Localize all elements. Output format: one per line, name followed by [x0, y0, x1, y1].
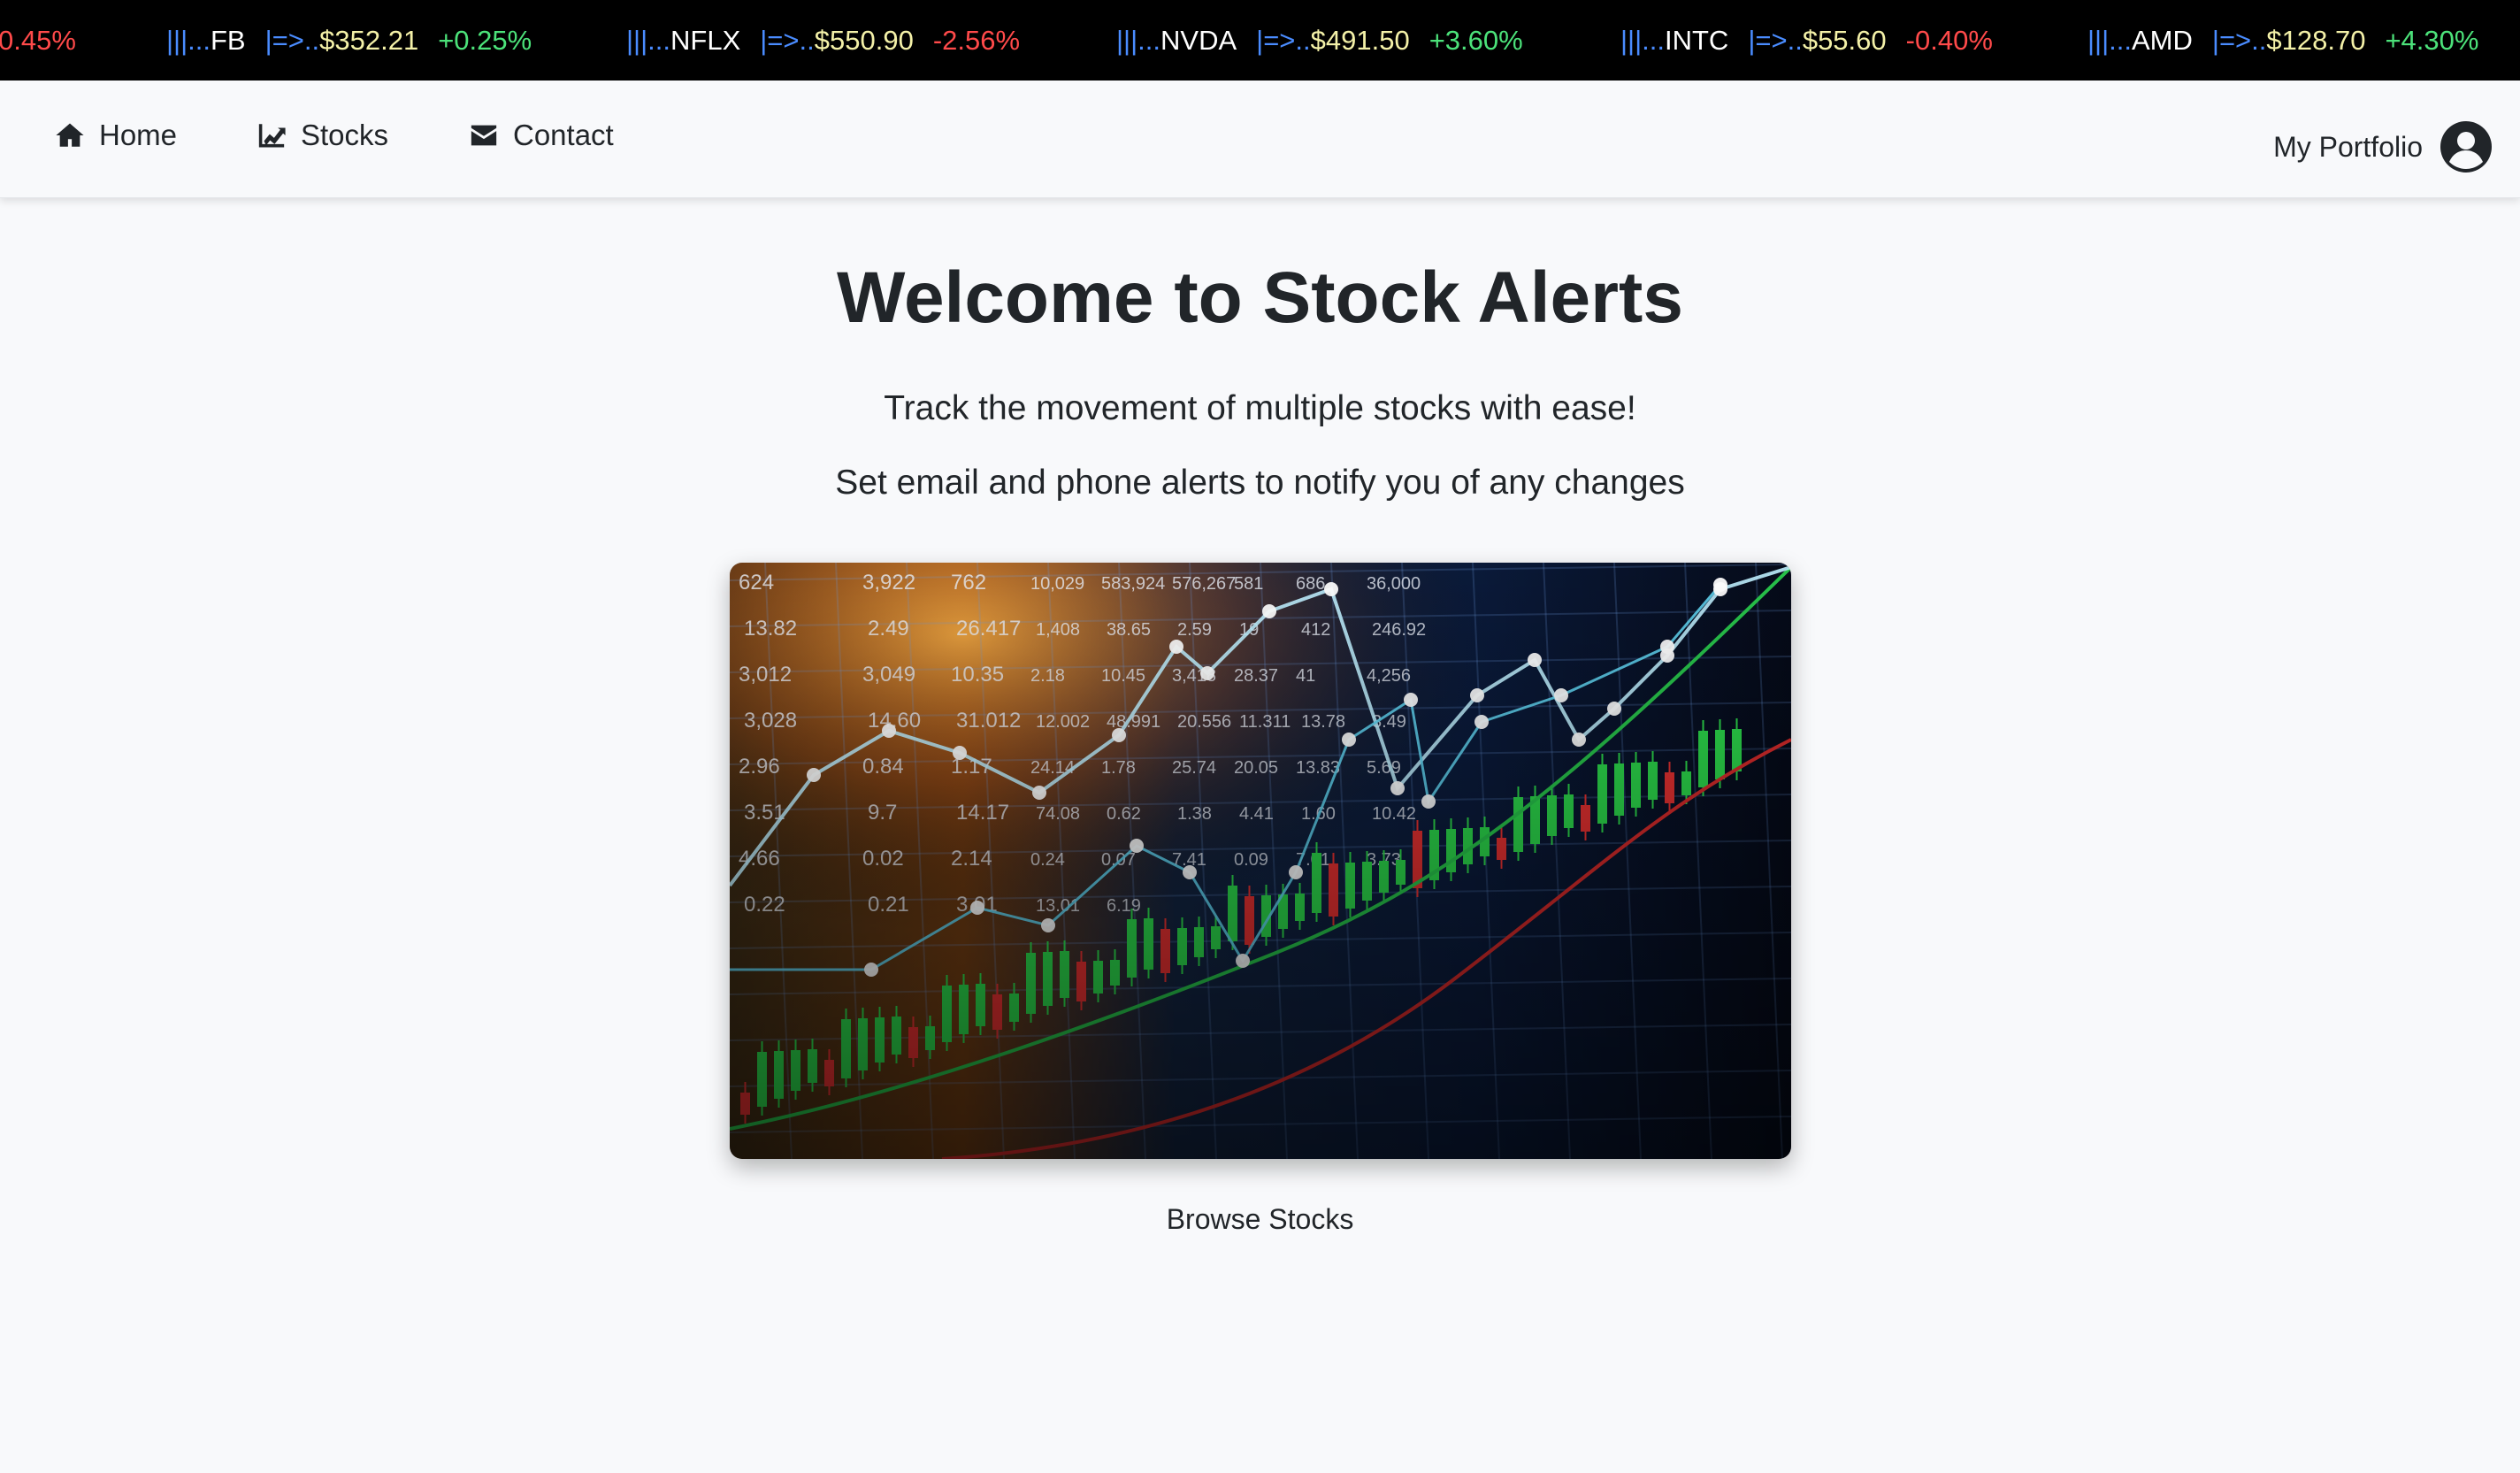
ticker-item-partial: 0.45%: [0, 0, 76, 81]
stock-chart-illustration: 6243,92276210,029583,924576,26758168636,…: [730, 563, 1791, 1159]
ticker-price: $128.70: [2266, 24, 2366, 56]
ticker-change: +3.60%: [1429, 24, 1523, 56]
ticker-price: $352.21: [319, 24, 419, 56]
browse-stocks-link-wrap: Browse Stocks: [0, 1203, 2520, 1236]
user-avatar-icon: [2440, 121, 2492, 173]
ticker-bars: |||...: [1620, 24, 1665, 56]
ticker-arrow: |=>..: [264, 24, 320, 56]
ticker-price: $491.50: [1310, 24, 1410, 56]
ticker-symbol: NFLX: [670, 24, 741, 56]
nav-contact-label: Contact: [513, 119, 614, 151]
ticker-bars: |||...: [626, 24, 670, 56]
ticker-change: +0.25%: [438, 24, 532, 56]
ticker-item-amd: |||... AMD |=>.. $128.70 +4.30%: [2087, 0, 2478, 81]
envelope-icon: [471, 125, 497, 146]
ticker-change: -2.56%: [932, 24, 1021, 56]
ticker-change: -0.40%: [1905, 24, 1993, 56]
line-chart-icon: [258, 124, 286, 148]
ticker-arrow: |=>..: [1256, 24, 1311, 56]
hero-subtitle-alerts: Set email and phone alerts to notify you…: [835, 464, 1685, 502]
ticker-change: 0.45%: [0, 24, 76, 56]
ticker-price: $55.60: [1802, 24, 1887, 56]
ticker-symbol: NVDA: [1160, 24, 1237, 56]
portfolio-label: My Portfolio: [2273, 130, 2423, 163]
browse-stocks-button[interactable]: Browse Stocks: [1167, 1203, 1354, 1235]
ticker-item-nflx: |||... NFLX |=>.. $550.90 -2.56%: [626, 0, 1020, 81]
ticker-bars: |||...: [2087, 24, 2132, 56]
my-portfolio-link[interactable]: My Portfolio: [2273, 119, 2492, 174]
navbar: Home Stocks Contact My Portfolio: [0, 81, 2520, 198]
ticker-symbol: INTC: [1665, 24, 1729, 56]
ticker-item-nvda: |||... NVDA |=>.. $491.50 +3.60%: [1116, 0, 1523, 81]
nav-stocks-link[interactable]: Stocks: [257, 114, 388, 157]
home-icon: [56, 123, 84, 147]
nav-stocks-label: Stocks: [301, 119, 389, 151]
ticker-item-intc: |||... INTC |=>.. $55.60 -0.40%: [1620, 0, 1993, 81]
ticker-price: $550.90: [814, 24, 914, 56]
ticker-arrow: |=>..: [1748, 24, 1803, 56]
ticker-change: +4.30%: [2385, 24, 2479, 56]
nav-contact-link[interactable]: Contact: [469, 114, 614, 157]
ticker-symbol: FB: [211, 24, 246, 56]
hero-subtitle: Track the movement of multiple stocks wi…: [884, 389, 1636, 427]
ticker-arrow: |=>..: [760, 24, 815, 56]
ticker-arrow: |=>..: [2211, 24, 2267, 56]
stock-ticker: 0.45% |||... FB |=>.. $352.21 +0.25% |||…: [0, 0, 2520, 81]
nav-home-label: Home: [99, 119, 178, 151]
ticker-bars: |||...: [166, 24, 211, 56]
stock-market-hero-image: 6243,92276210,029583,924576,26758168636,…: [730, 563, 1791, 1159]
ticker-bars: |||...: [1116, 24, 1160, 56]
nav-home-link[interactable]: Home: [55, 114, 177, 157]
ticker-item-fb: |||... FB |=>.. $352.21 +0.25%: [166, 0, 532, 81]
ticker-symbol: AMD: [2132, 24, 2193, 56]
page-title: Welcome to Stock Alerts: [837, 257, 1683, 338]
